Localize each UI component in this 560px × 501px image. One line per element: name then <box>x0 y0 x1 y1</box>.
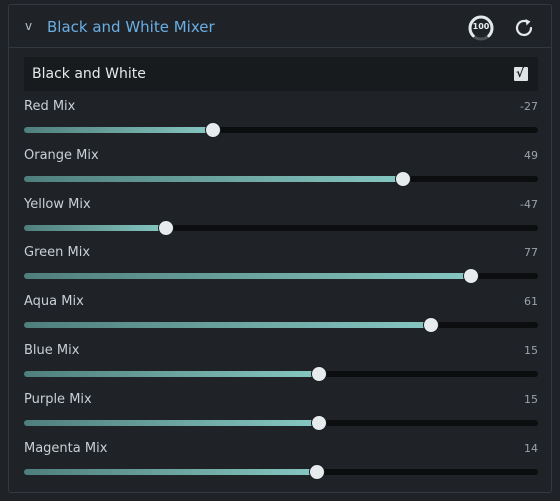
black-and-white-mixer-panel: v Black and White Mixer 100 Black and Wh… <box>8 4 552 493</box>
black-and-white-label: Black and White <box>32 66 146 82</box>
slider-value: 15 <box>524 392 538 406</box>
slider-fill <box>24 419 320 426</box>
black-and-white-toggle-row[interactable]: Black and White √ <box>24 57 538 91</box>
slider-handle[interactable] <box>205 122 222 138</box>
slider-fill <box>24 224 166 231</box>
opacity-value-text: 100 <box>472 22 490 31</box>
slider-label: Red Mix <box>24 99 76 114</box>
slider-fill <box>24 127 214 133</box>
slider-row-magenta-mix: Magenta Mix 14 <box>24 441 538 485</box>
slider-row-purple-mix: Purple Mix 15 <box>24 392 538 436</box>
slider-handle[interactable] <box>311 414 328 431</box>
black-and-white-checkbox[interactable]: √ <box>514 66 528 81</box>
slider-handle[interactable] <box>463 268 480 285</box>
panel-header[interactable]: v Black and White Mixer 100 <box>9 5 551 48</box>
slider-track[interactable] <box>24 122 538 138</box>
checkmark-icon: √ <box>516 66 525 80</box>
slider-row-red-mix: Red Mix -27 <box>24 99 538 143</box>
slider-label: Green Mix <box>24 245 91 261</box>
collapse-chevron-icon[interactable]: v <box>25 19 32 33</box>
slider-row-green-mix: Green Mix 77 <box>24 245 538 289</box>
slider-value: -27 <box>520 100 538 113</box>
slider-row-aqua-mix: Aqua Mix 61 <box>24 294 538 338</box>
reset-icon[interactable] <box>512 16 536 40</box>
slider-track[interactable] <box>24 463 538 480</box>
slider-value: 14 <box>524 441 538 455</box>
slider-handle[interactable] <box>157 219 174 236</box>
slider-label: Yellow Mix <box>24 196 91 212</box>
slider-fill <box>24 371 320 377</box>
slider-fill <box>24 322 432 329</box>
slider-handle[interactable] <box>423 317 440 334</box>
slider-handle[interactable] <box>308 463 325 480</box>
slider-track[interactable] <box>24 170 538 187</box>
slider-track[interactable] <box>24 268 538 285</box>
slider-handle[interactable] <box>395 170 412 187</box>
slider-label: Magenta Mix <box>24 440 108 456</box>
opacity-gauge-icon[interactable]: 100 <box>468 15 494 41</box>
slider-label: Aqua Mix <box>24 294 84 310</box>
slider-row-blue-mix: Blue Mix 15 <box>24 343 538 387</box>
slider-value: 15 <box>524 344 538 357</box>
slider-fill <box>24 175 404 182</box>
slider-row-yellow-mix: Yellow Mix -47 <box>24 197 538 241</box>
slider-value: 49 <box>524 148 538 162</box>
slider-value: 77 <box>524 246 538 260</box>
reset-arrow-graphic <box>515 19 533 37</box>
slider-track[interactable] <box>24 219 538 236</box>
slider-handle[interactable] <box>311 366 328 382</box>
slider-fill <box>24 468 317 475</box>
slider-label: Blue Mix <box>24 343 80 358</box>
slider-value: 61 <box>524 295 538 309</box>
slider-track[interactable] <box>24 366 538 382</box>
slider-track[interactable] <box>24 317 538 334</box>
slider-fill <box>24 273 472 280</box>
slider-track[interactable] <box>24 414 538 431</box>
slider-value: -47 <box>520 197 538 211</box>
panel-title: Black and White Mixer <box>47 18 215 36</box>
slider-label: Orange Mix <box>24 147 99 163</box>
slider-row-orange-mix: Orange Mix 49 <box>24 148 538 192</box>
slider-label: Purple Mix <box>24 391 92 407</box>
